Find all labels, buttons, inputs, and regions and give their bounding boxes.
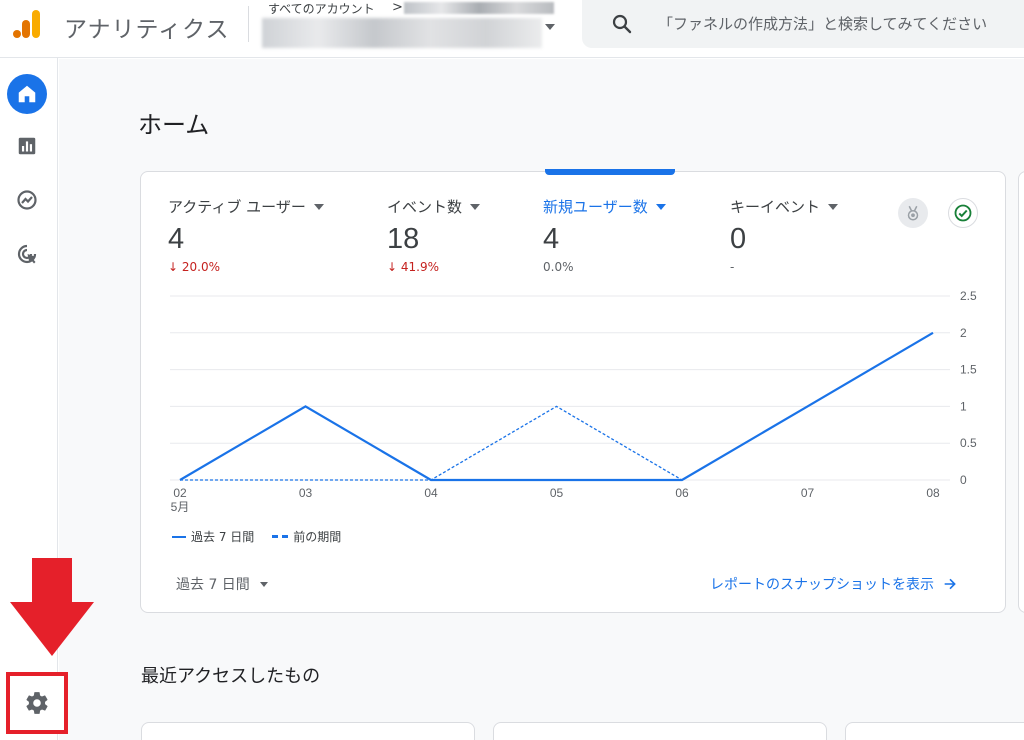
x-month-label: 5月: [171, 500, 190, 514]
nav-advertising-button[interactable]: [7, 234, 47, 274]
y-tick-label: 2: [960, 326, 967, 340]
nav-reports-button[interactable]: [7, 126, 47, 166]
new-users-line-chart: 0 0.5 1 1.5 2 2.5 02 03 04 05 06 07 08 5月: [170, 289, 977, 514]
y-tick-label: 0: [960, 473, 967, 487]
recent-card[interactable]: [845, 722, 1024, 740]
x-tick-label: 06: [675, 486, 689, 500]
breadcrumb-separator: >: [392, 0, 403, 15]
legend-dashed-line-icon: [272, 535, 289, 538]
x-tick-label: 08: [926, 486, 940, 500]
analytics-logo-icon[interactable]: [12, 8, 44, 40]
x-tick-label: 07: [801, 486, 815, 500]
recent-section-title: 最近アクセスしたもの: [141, 666, 321, 687]
arrow-down-icon: ↓: [168, 260, 179, 274]
metric-value: 0: [730, 223, 747, 255]
search-icon: [612, 14, 632, 34]
property-dropdown-caret-icon[interactable]: [545, 24, 555, 30]
search-bar[interactable]: 「ファネルの作成方法」と検索してみてください: [582, 0, 1024, 48]
arrow-right-icon: [944, 578, 956, 590]
nav-explore-button[interactable]: [7, 180, 47, 220]
home-icon: [18, 85, 36, 103]
next-card-edge: [1018, 171, 1024, 613]
metric-new-users[interactable]: 新規ユーザー数 4 0.0%: [543, 196, 666, 274]
x-tick-label: 04: [424, 486, 438, 500]
active-metric-indicator: [545, 169, 675, 175]
metric-active-users[interactable]: アクティブ ユーザー 4 ↓ 20.0%: [168, 196, 324, 274]
metric-label: キーイベント: [730, 198, 821, 216]
view-reports-snapshot-link[interactable]: レポートのスナップショットを表示: [710, 574, 958, 594]
chevron-down-icon: [828, 203, 839, 210]
chevron-down-icon: [313, 203, 324, 210]
metric-value: 18: [387, 223, 420, 255]
recent-card[interactable]: [141, 722, 475, 740]
recent-card[interactable]: [493, 722, 827, 740]
legend-previous-period: 前の期間: [272, 528, 341, 545]
account-breadcrumb[interactable]: すべてのアカウント: [268, 0, 375, 17]
metric-delta: 0.0%: [543, 260, 574, 274]
metric-event-count[interactable]: イベント数 18 ↓ 41.9%: [387, 196, 481, 274]
red-annotation-arrow-icon: [10, 558, 94, 656]
metric-value: 4: [543, 223, 560, 255]
legend-solid-line-icon: [172, 535, 186, 538]
metric-delta: -: [730, 260, 735, 274]
y-tick-label: 2.5: [960, 289, 977, 303]
admin-settings-button[interactable]: [6, 672, 68, 734]
insights-icon[interactable]: [898, 198, 928, 228]
page-title: ホーム: [138, 111, 210, 139]
search-input[interactable]: 「ファネルの作成方法」と検索してみてください: [658, 13, 987, 34]
date-range-selector[interactable]: 過去 7 日間: [176, 574, 268, 594]
y-tick-label: 0.5: [960, 436, 977, 450]
header-divider: [248, 6, 249, 42]
chevron-down-icon: [470, 203, 481, 210]
app-title: アナリティクス: [64, 17, 230, 43]
metric-value: 4: [168, 223, 185, 255]
x-tick-label: 02: [173, 486, 187, 500]
bar-chart-icon: [18, 137, 36, 155]
metric-key-events[interactable]: キーイベント 0 -: [730, 196, 839, 274]
metric-label: アクティブ ユーザー: [168, 198, 306, 216]
metric-label: 新規ユーザー数: [543, 198, 648, 216]
chevron-down-icon: [655, 203, 666, 210]
gear-icon: [26, 692, 48, 714]
arrow-down-icon: ↓: [387, 260, 398, 274]
chart-legend: 過去 7 日間 前の期間: [172, 528, 341, 545]
chevron-down-icon: [259, 581, 268, 587]
metric-delta: ↓ 41.9%: [387, 260, 440, 274]
property-selector-redacted[interactable]: [262, 18, 542, 48]
metric-label: イベント数: [387, 198, 463, 216]
account-name-redacted: [404, 2, 554, 14]
y-tick-label: 1: [960, 399, 967, 413]
legend-current-period: 過去 7 日間: [172, 528, 254, 545]
nav-home-button[interactable]: [7, 74, 47, 114]
cursor-target-icon: [17, 244, 37, 264]
y-tick-label: 1.5: [960, 363, 977, 377]
x-tick-label: 05: [550, 486, 564, 500]
x-tick-label: 03: [299, 486, 313, 500]
check-circle-icon[interactable]: [948, 198, 978, 228]
metric-delta: ↓ 20.0%: [168, 260, 221, 274]
explore-icon: [17, 190, 37, 210]
top-bar: アナリティクス すべてのアカウント > 「ファネルの作成方法」と検索してみてくだ…: [0, 0, 1024, 58]
